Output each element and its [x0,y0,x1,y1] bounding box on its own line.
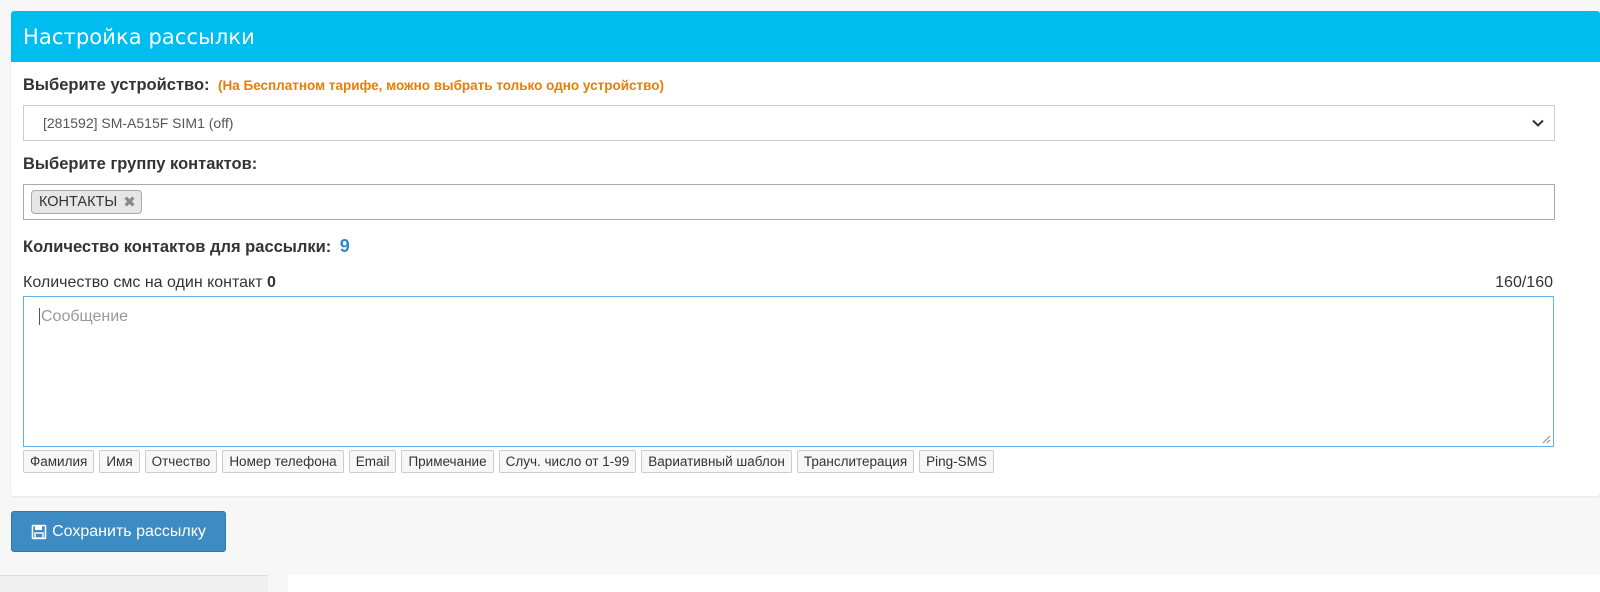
group-label-row: Выберите группу контактов: [23,155,257,174]
save-mailing-button[interactable]: Сохранить рассылку [11,511,226,552]
message-textarea[interactable]: Сообщение [23,296,1554,447]
insert-variative-template-button[interactable]: Вариативный шаблон [641,450,792,473]
message-placeholder: Сообщение [39,308,129,325]
contact-group-tag: КОНТАКТЫ ✖ [31,190,142,214]
free-plan-note: (На Бесплатном тарифе, можно выбрать тол… [217,78,664,93]
device-label: Выберите устройство: [23,76,210,94]
remove-tag-icon[interactable]: ✖ [123,195,136,210]
group-label: Выберите группу контактов: [23,155,258,173]
save-button-label: Сохранить рассылку [52,522,206,540]
insert-note-button[interactable]: Примечание [401,450,494,473]
floppy-disk-icon [31,524,47,539]
footer-left-strip [0,575,268,592]
contacts-count-value: 9 [339,236,350,256]
ping-sms-button[interactable]: Ping-SMS [919,450,994,473]
insert-patronymic-button[interactable]: Отчество [144,450,218,473]
sms-count-label: Количество смс на один контакт [23,274,263,291]
chevron-down-icon [1532,119,1544,127]
contacts-count-row: Количество контактов для рассылки: 9 [23,236,350,257]
device-select[interactable]: [281592] SM-A515F SIM1 (off) [23,105,1555,141]
insert-lastname-button[interactable]: Фамилия [23,450,95,473]
sms-count-row: Количество смс на один контакт 0 [23,274,276,292]
insert-firstname-button[interactable]: Имя [99,450,140,473]
contacts-count-label: Количество контактов для рассылки: [23,238,332,256]
sms-count-value: 0 [267,274,276,291]
insert-email-button[interactable]: Email [348,450,397,473]
transliteration-button[interactable]: Транслитерация [796,450,915,473]
resize-grip-icon[interactable] [1541,434,1551,444]
insert-phone-button[interactable]: Номер телефона [222,450,344,473]
panel-header: Настройка рассылки [11,11,1600,62]
insert-random-number-button[interactable]: Случ. число от 1-99 [498,450,637,473]
tag-label: КОНТАКТЫ [39,194,118,210]
footer-right-strip [288,575,1600,592]
char-counter: 160/160 [1495,274,1553,291]
contact-group-select[interactable]: КОНТАКТЫ ✖ [23,184,1555,220]
device-selected-value: [281592] SM-A515F SIM1 (off) [43,115,234,131]
insert-buttons: Фамилия Имя Отчество Номер телефона Emai… [23,450,994,473]
device-label-row: Выберите устройство: (На Бесплатном тари… [23,76,664,95]
panel-title: Настройка рассылки [23,24,255,49]
